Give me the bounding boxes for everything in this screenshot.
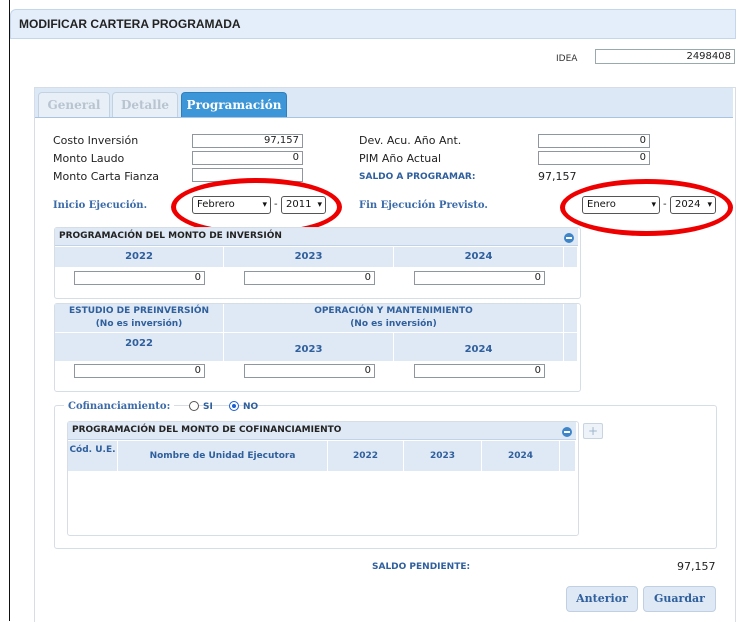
- operacion-header: OPERACIÓN Y MANTENIMIENTO (No es inversi…: [224, 304, 564, 332]
- inversion-year-2023: 2023: [224, 247, 394, 267]
- fin-ejecucion-label: Fin Ejecución Previsto.: [359, 200, 488, 211]
- col-2023: 2023: [404, 441, 482, 471]
- guardar-button[interactable]: Guardar: [643, 586, 716, 612]
- dev-acu-label: Dev. Acu. Año Ant.: [359, 134, 462, 147]
- dev-acu-input[interactable]: 0: [538, 134, 650, 148]
- inversion-input-2022[interactable]: 0: [74, 271, 205, 285]
- operacion-title: OPERACIÓN Y MANTENIMIENTO: [314, 306, 473, 316]
- cofin-label: Cofinanciamiento:: [64, 401, 175, 412]
- inicio-ejecucion-label: Inicio Ejecución.: [53, 200, 148, 211]
- idea-input[interactable]: 2498408: [595, 49, 735, 64]
- cofin-radio-no[interactable]: [229, 401, 239, 411]
- saldo-programar-label: SALDO A PROGRAMAR:: [359, 172, 476, 182]
- tab-programacion[interactable]: Programación: [181, 92, 287, 117]
- anterior-button[interactable]: Anterior: [566, 586, 638, 612]
- pim-actual-label: PIM Año Actual: [359, 152, 442, 165]
- otros-input-2023[interactable]: 0: [244, 364, 375, 378]
- preinversion-title: ESTUDIO DE PREINVERSIÓN: [68, 306, 210, 316]
- tab-detalle[interactable]: Detalle: [112, 92, 178, 117]
- col-nombre-ue: Nombre de Unidad Ejecutora: [118, 441, 328, 471]
- saldo-programar-value: 97,157: [538, 170, 577, 183]
- preinversion-header: ESTUDIO DE PREINVERSIÓN (No es inversión…: [55, 304, 224, 332]
- preinversion-subtitle: (No es inversión): [95, 319, 183, 329]
- costo-inversion-label: Costo Inversión: [53, 134, 139, 147]
- inversion-header-filler: [564, 247, 578, 267]
- col-cod-ue: Cód. U.E.: [68, 441, 118, 471]
- otros-year-2024: 2024: [394, 333, 564, 361]
- window-title: MODIFICAR CARTERA PROGRAMADA: [10, 9, 736, 39]
- otros-header-filler: [564, 304, 578, 332]
- inversion-title: PROGRAMACIÓN DEL MONTO DE INVERSIÓN: [55, 228, 578, 246]
- inversion-year-2022: 2022: [55, 247, 224, 267]
- monto-laudo-input[interactable]: 0: [192, 151, 303, 165]
- col-2024: 2024: [482, 441, 560, 471]
- add-icon[interactable]: +: [583, 423, 603, 439]
- inversion-input-2023[interactable]: 0: [244, 271, 375, 285]
- cofin-si-label: SI: [203, 402, 213, 412]
- idea-label: IDEA: [556, 54, 578, 64]
- otros-year-2022: 2022: [55, 333, 224, 361]
- pim-actual-input[interactable]: 0: [538, 151, 650, 165]
- col-2022: 2022: [328, 441, 404, 471]
- inversion-year-2024: 2024: [394, 247, 564, 267]
- cofin-no-label: NO: [243, 402, 259, 412]
- highlight-fin-annotation: [560, 179, 733, 236]
- saldo-pendiente-label: SALDO PENDIENTE:: [372, 562, 471, 572]
- otros-input-2024[interactable]: 0: [414, 364, 545, 378]
- inversion-input-2024[interactable]: 0: [414, 271, 545, 285]
- monto-carta-fianza-label: Monto Carta Fianza: [53, 170, 160, 183]
- saldo-pendiente-value: 97,157: [677, 560, 716, 573]
- costo-inversion-input[interactable]: 97,157: [192, 134, 303, 148]
- cofin-title: PROGRAMACIÓN DEL MONTO DE COFINANCIAMIEN…: [68, 422, 576, 440]
- cofin-header-filler: [560, 441, 576, 471]
- cofin-radio-si[interactable]: [189, 401, 199, 411]
- operacion-subtitle: (No es inversión): [350, 319, 437, 329]
- monto-laudo-label: Monto Laudo: [53, 152, 125, 165]
- collapse-icon[interactable]: [562, 427, 572, 437]
- otros-year-filler: [564, 333, 578, 361]
- otros-input-2022[interactable]: 0: [74, 364, 205, 378]
- tab-general[interactable]: General: [38, 92, 110, 117]
- otros-year-2023: 2023: [224, 333, 394, 361]
- collapse-icon[interactable]: [564, 233, 574, 243]
